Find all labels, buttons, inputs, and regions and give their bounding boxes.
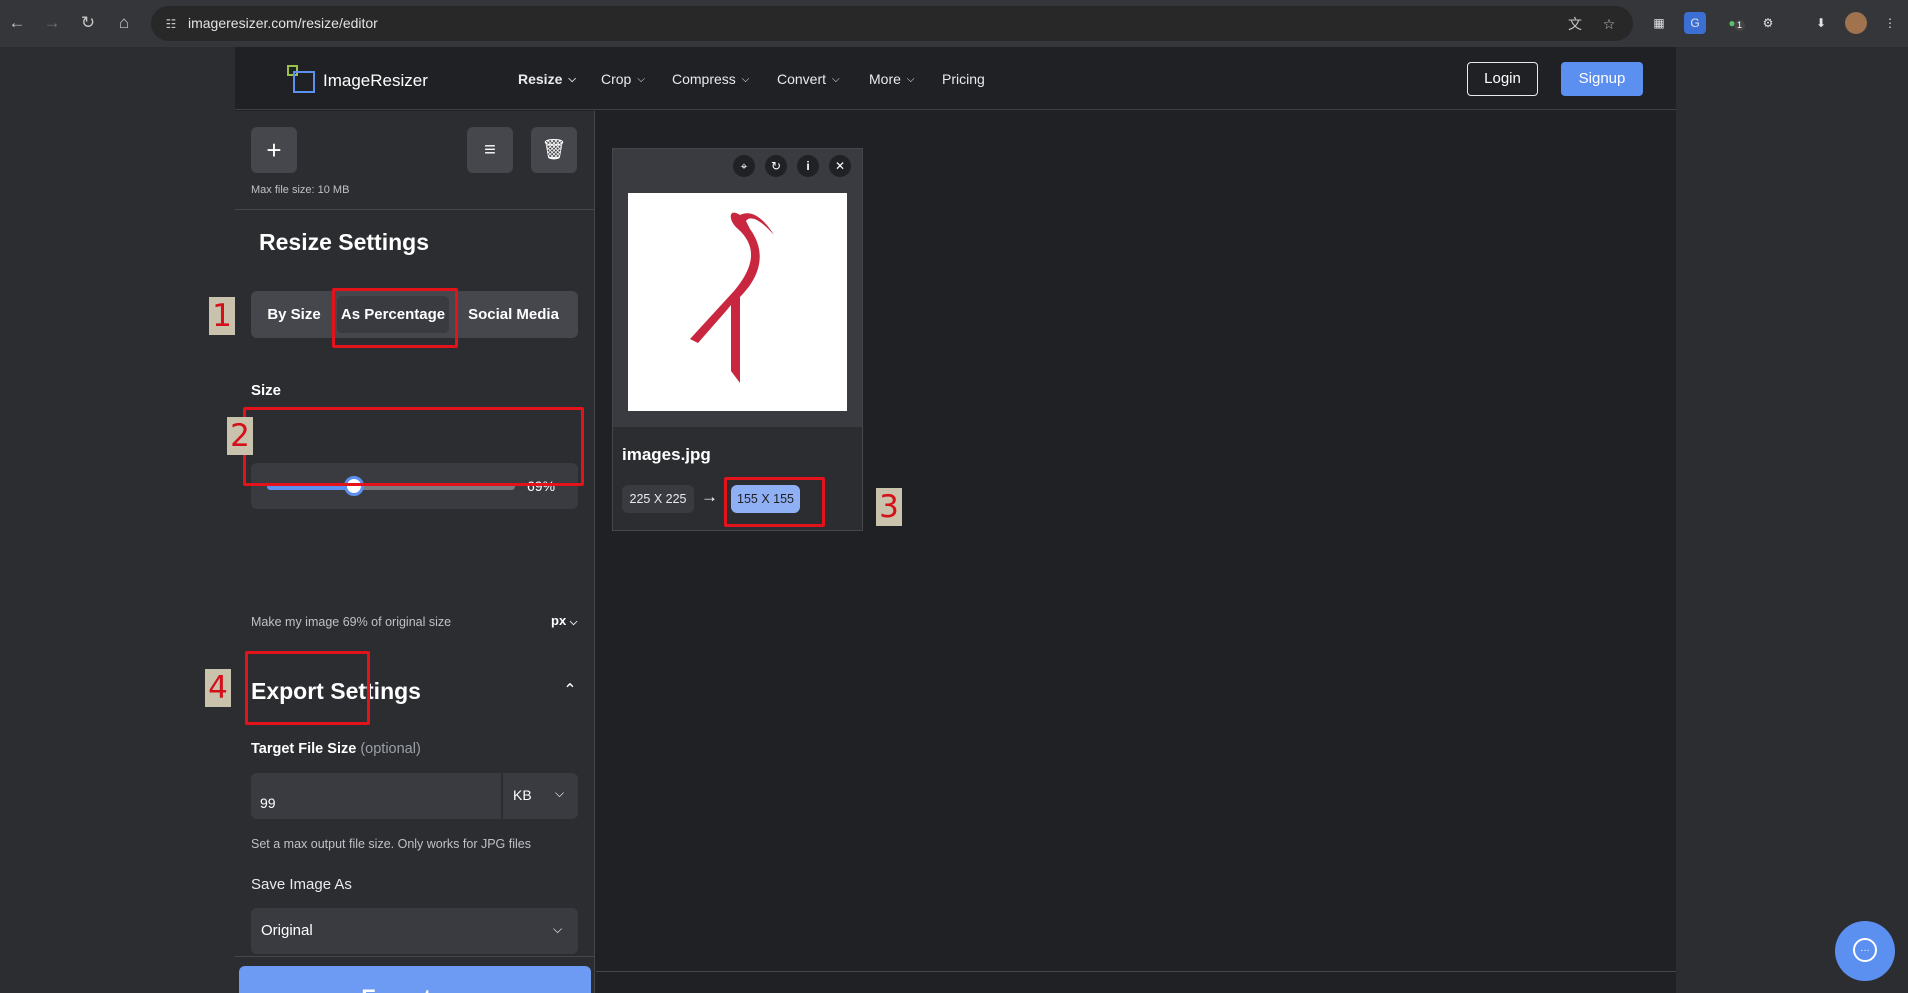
- nav-compress-label: Compress: [672, 71, 736, 87]
- qr-icon[interactable]: ▦: [1648, 12, 1670, 34]
- bookmark-star-icon[interactable]: ☆: [1599, 14, 1619, 34]
- back-icon[interactable]: ←: [5, 11, 29, 35]
- nav-resize[interactable]: Resize ⌵: [518, 69, 576, 89]
- nav-more-label: More: [869, 71, 901, 87]
- logo-icon[interactable]: [287, 65, 315, 93]
- translate-icon[interactable]: 文: [1565, 14, 1585, 34]
- chevron-down-icon: ⌵: [637, 73, 645, 85]
- nav-convert[interactable]: Convert ⌵: [777, 69, 840, 89]
- unit-select[interactable]: px ⌵: [551, 613, 577, 628]
- nav-more[interactable]: More ⌵: [869, 69, 915, 89]
- forward-icon[interactable]: →: [40, 11, 64, 35]
- settings-panel: + ≡ 🗑 Max file size: 10 MB Resize Settin…: [235, 111, 595, 993]
- image-canvas: ⌖ ↻ i ✕ images.jpg 225 X 225 → 155 X 155: [596, 111, 1676, 971]
- home-icon[interactable]: ⌂: [112, 11, 136, 35]
- tab-social-media[interactable]: Social Media: [449, 291, 578, 338]
- chat-ext-icon[interactable]: ● 1: [1721, 12, 1745, 34]
- annotation-box-2: [243, 407, 584, 486]
- size-label: Size: [251, 382, 282, 399]
- browser-toolbar: ← → ↻ ⌂ ☷ imageresizer.com/resize/editor…: [0, 0, 1908, 47]
- target-size-input[interactable]: [251, 773, 501, 819]
- nav-pricing[interactable]: Pricing: [942, 69, 985, 89]
- chevron-down-icon: ⌵: [553, 922, 563, 936]
- unit-label: px: [551, 613, 567, 628]
- site-header: ImageResizer Resize ⌵ Crop ⌵ Compress ⌵ …: [235, 47, 1676, 110]
- divider: [235, 209, 595, 210]
- export-label: Export: [361, 985, 431, 993]
- save-as-select[interactable]: Original ⌵: [251, 908, 578, 954]
- profile-avatar[interactable]: [1845, 12, 1867, 34]
- signup-button[interactable]: Signup: [1561, 62, 1643, 96]
- download-icon[interactable]: ⬇: [1810, 12, 1832, 34]
- translate-ext-icon[interactable]: G: [1684, 12, 1706, 34]
- rotate-icon[interactable]: ↻: [765, 155, 787, 177]
- divider: [596, 971, 1676, 972]
- arrow-right-icon: ⟶: [437, 985, 469, 993]
- bird-shape: [690, 212, 774, 383]
- brand-name[interactable]: ImageResizer: [323, 71, 428, 91]
- annotation-label-2: 2: [227, 417, 253, 455]
- site-container: ImageResizer Resize ⌵ Crop ⌵ Compress ⌵ …: [235, 47, 1676, 993]
- max-file-size: Max file size: 10 MB: [251, 184, 350, 196]
- image-card-preview-area: ⌖ ↻ i ✕: [613, 149, 862, 427]
- chevron-down-icon: ⌵: [569, 617, 578, 628]
- nav-resize-label: Resize: [518, 71, 563, 87]
- target-size-hint: Set a max output file size. Only works f…: [251, 837, 531, 851]
- chevron-down-icon: ⌵: [741, 73, 750, 85]
- crop-icon[interactable]: ⌖: [733, 155, 755, 177]
- close-icon[interactable]: ✕: [829, 155, 851, 177]
- annotation-box-1: [332, 288, 458, 348]
- reload-icon[interactable]: ↻: [76, 11, 100, 35]
- chevron-down-icon: ⌵: [906, 73, 915, 85]
- annotation-label-4: 4: [205, 669, 231, 707]
- add-image-button[interactable]: +: [251, 127, 297, 173]
- arrow-right-icon: →: [701, 487, 718, 506]
- chevron-down-icon: ⌵: [555, 786, 565, 800]
- target-size-label-text: Target File Size: [251, 741, 357, 757]
- nav-convert-label: Convert: [777, 71, 827, 87]
- info-icon[interactable]: i: [797, 155, 819, 177]
- image-card: ⌖ ↻ i ✕ images.jpg 225 X 225 → 155 X 155: [612, 148, 863, 531]
- tab-by-size[interactable]: By Size: [251, 291, 337, 338]
- page-viewport: ImageResizer Resize ⌵ Crop ⌵ Compress ⌵ …: [0, 47, 1908, 993]
- puzzle-icon[interactable]: ⚙: [1757, 12, 1779, 34]
- target-size-label: Target File Size (optional): [251, 741, 421, 757]
- resize-settings-title: Resize Settings: [259, 229, 429, 255]
- chevron-down-icon: ⌵: [832, 73, 840, 85]
- nav-compress[interactable]: Compress ⌵: [672, 69, 749, 89]
- optional-tag: (optional): [360, 741, 421, 757]
- nav-pricing-label: Pricing: [942, 71, 985, 87]
- url-text[interactable]: imageresizer.com/resize/editor: [188, 15, 378, 31]
- chat-widget-button[interactable]: …: [1835, 921, 1895, 981]
- login-button[interactable]: Login: [1467, 62, 1538, 96]
- chevron-up-icon[interactable]: ⌃: [558, 679, 582, 703]
- trash-icon: 🗑: [541, 139, 567, 161]
- annotation-box-3: [724, 477, 825, 527]
- image-filename: images.jpg: [622, 445, 711, 464]
- annotation-label-3: 3: [876, 488, 902, 526]
- size-unit-label: KB: [513, 787, 532, 803]
- annotation-label-1: 1: [209, 297, 235, 335]
- filter-icon: ≡: [484, 139, 496, 161]
- original-dimensions: 225 X 225: [622, 485, 694, 513]
- extension-badge: 1: [1734, 20, 1745, 31]
- delete-all-button[interactable]: 🗑: [531, 127, 577, 173]
- annotation-box-4: [245, 651, 370, 725]
- sort-button[interactable]: ≡: [467, 127, 513, 173]
- chat-bubble-icon: …: [1853, 938, 1877, 962]
- site-info-icon[interactable]: ☷: [161, 14, 181, 34]
- save-as-value: Original: [261, 922, 313, 939]
- kebab-menu-icon[interactable]: ⋮: [1879, 12, 1901, 34]
- address-bar[interactable]: ☷ imageresizer.com/resize/editor 文 ☆: [151, 6, 1633, 41]
- image-preview: [628, 193, 847, 411]
- export-button[interactable]: Export ⟶: [239, 966, 591, 993]
- size-hint: Make my image 69% of original size: [251, 615, 452, 629]
- nav-crop-label: Crop: [601, 71, 632, 87]
- plus-icon: +: [266, 135, 282, 165]
- nav-crop[interactable]: Crop ⌵: [601, 69, 645, 89]
- size-unit-select[interactable]: KB ⌵: [502, 773, 578, 819]
- chevron-down-icon: ⌵: [568, 73, 576, 85]
- bird-logo-image: [690, 212, 774, 383]
- save-as-label: Save Image As: [251, 876, 352, 893]
